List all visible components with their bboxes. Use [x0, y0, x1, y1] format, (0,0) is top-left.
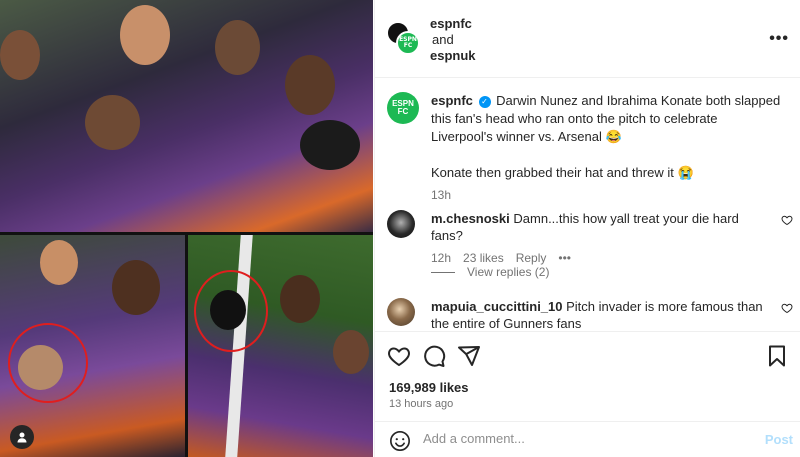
caption-body: espnfc ✓ Darwin Nunez and Ibrahima Konat…	[431, 92, 781, 204]
and-text: and	[432, 32, 454, 47]
player-face	[285, 55, 335, 115]
comment-input[interactable]	[423, 431, 743, 446]
comment-like-heart-icon[interactable]	[781, 302, 793, 314]
comment-body: m.chesnoski Damn...this how yall treat y…	[431, 210, 771, 267]
caption-time: 13h	[431, 188, 452, 202]
fan-head	[18, 345, 63, 390]
player-face	[112, 260, 160, 315]
espnfc-avatar[interactable]: ESPN FC	[396, 31, 420, 55]
caption-username[interactable]: espnfc	[431, 93, 473, 108]
player-face	[85, 95, 140, 150]
replies-divider	[431, 271, 455, 273]
more-options-button[interactable]: •••	[769, 30, 789, 48]
player-face	[120, 5, 170, 65]
verified-badge-icon: ✓	[478, 95, 491, 108]
share-send-icon[interactable]	[457, 344, 481, 368]
commenter-avatar[interactable]	[387, 210, 415, 238]
add-comment-bar: Post	[375, 421, 800, 457]
save-bookmark-icon[interactable]	[765, 344, 789, 368]
comment-more-button[interactable]: •••	[558, 250, 571, 267]
player-face	[40, 240, 78, 285]
player-face	[280, 275, 320, 323]
post-header: ESPN FC espnfc and espnuk •••	[375, 0, 800, 78]
username-espnfc[interactable]: espnfc	[430, 16, 476, 32]
hat	[300, 120, 360, 170]
person-icon	[17, 432, 27, 443]
player-face	[0, 30, 40, 80]
thrown-hat	[210, 290, 246, 330]
likes-count[interactable]: 169,989 likes	[389, 380, 469, 395]
view-replies-label: View replies (2)	[467, 265, 550, 279]
tagged-users-button[interactable]	[10, 425, 34, 449]
player-face	[215, 20, 260, 75]
view-replies-button[interactable]: View replies (2)	[431, 265, 549, 279]
post-actions: 169,989 likes 13 hours ago	[375, 331, 800, 421]
player-face	[333, 330, 369, 374]
caption-avatar[interactable]: ESPN FC	[387, 92, 419, 124]
post-sidebar: ESPN FC espnfc and espnuk ••• ESPN FC es…	[374, 0, 800, 457]
collab-names: espnfc and espnuk	[430, 16, 476, 64]
comment-username[interactable]: m.chesnoski	[431, 211, 510, 226]
comment-bubble-icon[interactable]	[422, 344, 446, 368]
photo-top-celebration	[0, 0, 373, 232]
photo-bottom-left	[0, 235, 185, 457]
comment-username[interactable]: mapuia_cuccittini_10	[431, 299, 563, 314]
like-heart-icon[interactable]	[387, 344, 411, 368]
post-button[interactable]: Post	[765, 432, 793, 447]
username-espnuk[interactable]: espnuk	[430, 48, 476, 64]
photo-bottom-right	[188, 235, 373, 457]
emoji-icon[interactable]	[389, 430, 411, 452]
comment-body: mapuia_cuccittini_10 Pitch invader is mo…	[431, 298, 771, 332]
caption-text-2: Konate then grabbed their hat and threw …	[431, 165, 694, 180]
post-time: 13 hours ago	[389, 398, 454, 410]
post-media[interactable]	[0, 0, 373, 457]
collab-avatars[interactable]: ESPN FC	[387, 22, 421, 56]
commenter-avatar[interactable]	[387, 298, 415, 326]
comment-like-heart-icon[interactable]	[781, 214, 793, 226]
